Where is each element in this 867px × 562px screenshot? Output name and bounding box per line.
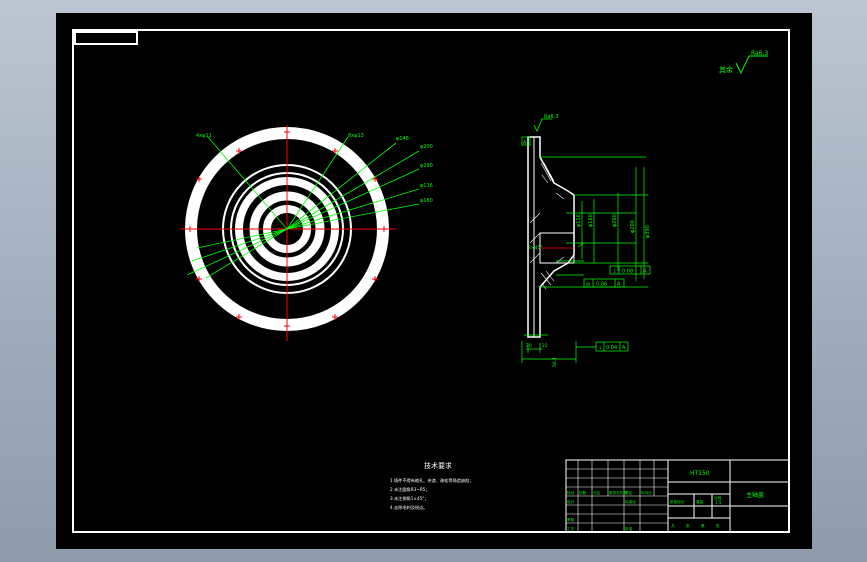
bottom-dim-1: 20	[526, 343, 532, 349]
title-material: HT150	[690, 470, 710, 477]
note-line-2: 3.未注倒角1×45°；	[390, 495, 429, 502]
tb-label-13: 比例	[714, 495, 722, 500]
dim-4: φ116	[576, 214, 582, 227]
tb-label-4: 签名	[625, 490, 633, 495]
section-view: Ra6.3 A φ390 φ200 φ260 φ160 φ116 ⊥ 0.08 …	[521, 114, 651, 367]
bottom-dim-2: 22	[542, 343, 548, 349]
tb-label-5: 年月日	[641, 490, 652, 495]
frame-2-ref: A	[622, 345, 626, 351]
tb-label-14: 共	[671, 523, 675, 528]
tb-label-15: 张	[686, 523, 690, 528]
drawing-sheet: 其余 Ra6.3 4xφ11 8xφ13 φ146 φ200 φ290 φ116…	[56, 13, 812, 549]
tb-label-2: 分区	[593, 490, 601, 495]
tb-label-17: 张	[716, 523, 720, 528]
callout-4: φ290	[420, 163, 433, 169]
tb-label-11: 阶段标记	[670, 499, 685, 504]
drawing-number-box	[74, 31, 138, 45]
datum-label: A	[523, 140, 527, 146]
title-part-name: 主轴盖	[746, 491, 764, 499]
tb-label-12: 重量	[696, 499, 704, 504]
note-line-1: 2.未注圆角R3~R5；	[390, 486, 430, 493]
tb-label-10: 批准	[625, 526, 633, 531]
tb-label-16: 第	[701, 523, 705, 528]
front-view: 4xφ11 8xφ13 φ146 φ200 φ290 φ116 φ160	[180, 125, 433, 341]
tb-label-6: 设计	[567, 499, 575, 504]
note-line-3: 4.去除毛刺及锐边。	[390, 504, 428, 511]
bottom-dim-0: 2×45°	[528, 245, 543, 251]
dim-1: φ200	[630, 220, 636, 233]
dim-3: φ160	[588, 214, 594, 227]
frame-0-val: 0.08	[622, 269, 633, 275]
note-line-0: 1.铸件不得有缩孔、夹渣、疏松等铸造缺陷；	[390, 477, 474, 484]
frame-2-sym: ⊥	[598, 345, 602, 351]
tb-label-1: 处数	[579, 490, 587, 495]
callout-6: φ160	[420, 198, 433, 204]
dim-0: φ390	[645, 225, 651, 238]
frame-1-ref: A	[617, 282, 621, 288]
frame-1-sym: ◎	[586, 282, 591, 288]
tb-label-9: 工艺	[567, 526, 575, 531]
surface-roughness-symbol: 其余 Ra6.3	[719, 50, 768, 75]
bottom-dim-3: 56.1	[552, 357, 558, 367]
tolerance-frame-2: ⊥ 0.04 A	[576, 341, 629, 352]
technical-notes: 技术要求 1.铸件不得有缩孔、夹渣、疏松等铸造缺陷； 2.未注圆角R3~R5； …	[390, 461, 474, 511]
cad-drawing: 其余 Ra6.3 4xφ11 8xφ13 φ146 φ200 φ290 φ116…	[72, 29, 790, 533]
drawing-border	[72, 29, 790, 533]
tolerance-frame-1: ◎ 0.06 A	[583, 278, 625, 288]
callout-3: φ200	[420, 144, 433, 150]
surface-value: Ra6.3	[751, 50, 768, 57]
notes-title: 技术要求	[424, 461, 452, 470]
frame-0-sym: ⊥	[612, 269, 616, 275]
title-scale: 1:5	[715, 500, 722, 505]
frame-1-val: 0.06	[596, 282, 607, 288]
callout-1: 8xφ13	[348, 133, 364, 139]
tb-label-8: 审核	[567, 517, 575, 522]
tb-label-7: 标准化	[625, 499, 636, 504]
callout-0: 4xφ11	[196, 133, 212, 139]
dim-2: φ260	[612, 214, 618, 227]
surface-prefix: 其余	[719, 65, 733, 74]
frame-0-ref: A	[643, 269, 647, 275]
tb-label-0: 标记	[567, 490, 575, 495]
section-surface-label: Ra6.3	[544, 114, 558, 120]
callout-2: φ146	[396, 136, 409, 142]
callout-5: φ116	[420, 183, 433, 189]
frame-2-val: 0.04	[606, 345, 617, 351]
